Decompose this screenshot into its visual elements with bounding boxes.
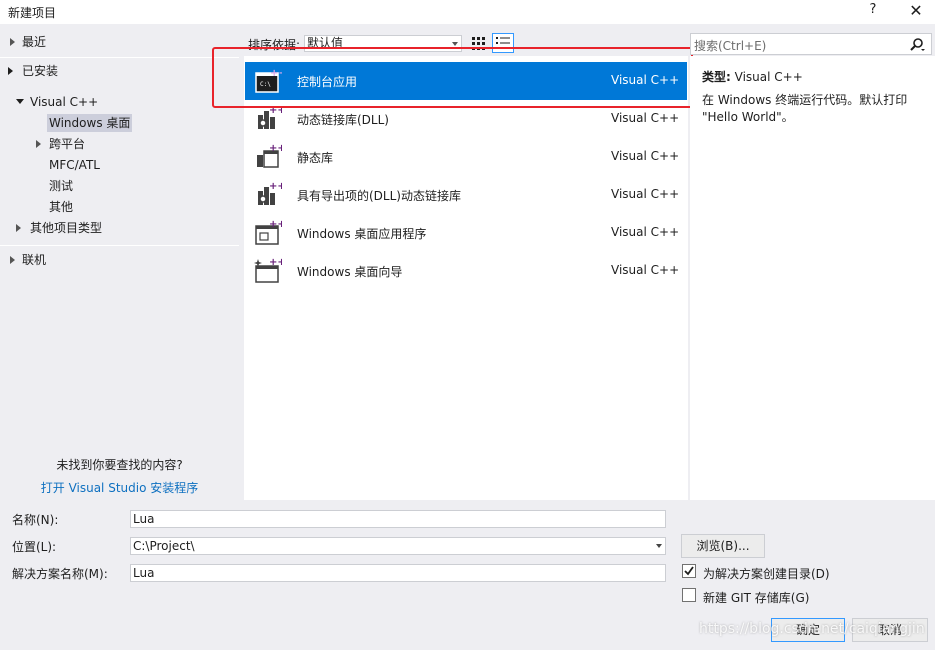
tree-item-label: Windows 桌面 — [47, 114, 133, 132]
template-name: 动态链接库(DLL) — [297, 113, 389, 127]
tree-item-label: MFC/ATL — [49, 158, 100, 172]
dialog-title: 新建项目 — [8, 6, 57, 20]
desktop-app-icon: ++ — [255, 219, 282, 245]
tree-item-label: 跨平台 — [49, 137, 86, 151]
annotation-highlight-box — [212, 47, 693, 108]
tree-item-label: 其他 — [49, 200, 74, 214]
tree-item-other[interactable]: 其他 — [49, 197, 73, 217]
template-name: Windows 桌面应用程序 — [297, 227, 427, 241]
location-value: C:\Project\ — [133, 539, 195, 553]
git-repo-checkbox[interactable] — [682, 588, 696, 602]
create-directory-label[interactable]: 为解决方案创建目录(D) — [703, 565, 830, 582]
expand-arrow-icon[interactable] — [10, 256, 15, 264]
create-directory-checkbox[interactable] — [682, 564, 696, 578]
tree-item-test[interactable]: 测试 — [49, 176, 73, 196]
tree-item-mfc-atl[interactable]: MFC/ATL — [49, 155, 100, 175]
divider — [0, 245, 239, 246]
tree-item-label: 测试 — [49, 179, 74, 193]
expand-arrow-icon[interactable] — [10, 38, 15, 46]
template-name: 静态库 — [297, 151, 334, 165]
tree-item-label: 其他项目类型 — [30, 221, 103, 235]
chevron-down-icon — [452, 42, 458, 46]
collapse-arrow-icon[interactable] — [16, 99, 24, 104]
template-list: C:\ ++ 控制台应用 Visual C++ ++ 动态链接库(DLL) Vi… — [244, 56, 688, 500]
dll-icon: ++ — [258, 105, 282, 129]
close-button[interactable]: ✕ — [905, 0, 927, 22]
svg-text:++: ++ — [269, 219, 282, 230]
name-label: 名称(N): — [12, 513, 59, 527]
template-name: Windows 桌面向导 — [297, 265, 403, 279]
help-button[interactable]: ? — [866, 2, 880, 20]
search-input[interactable]: 搜索(Ctrl+E) — [694, 37, 766, 54]
expand-arrow-icon[interactable] — [16, 224, 21, 232]
git-repo-label[interactable]: 新建 GIT 存储库(G) — [703, 589, 809, 606]
static-lib-icon: ++ — [257, 143, 282, 168]
template-name: 具有导出项的(DLL)动态链接库 — [297, 189, 461, 203]
tree-item-label: 最近 — [22, 35, 47, 49]
open-installer-link[interactable]: 打开 Visual Studio 安装程序 — [0, 479, 239, 496]
tree-item-label: Visual C++ — [30, 95, 99, 109]
expand-arrow-icon[interactable] — [36, 140, 41, 148]
template-language: Visual C++ — [611, 225, 680, 239]
title-bar: 新建项目 ? ✕ — [0, 0, 935, 24]
search-icon[interactable] — [909, 37, 925, 53]
template-category-tree: 最近 已安装 Visual C++ Windows 桌面 跨平台 MFC/ATL… — [0, 26, 239, 500]
template-language: Visual C++ — [611, 187, 680, 201]
template-language: Visual C++ — [611, 149, 680, 163]
cancel-button[interactable]: 取消 — [852, 618, 928, 642]
svg-text:++: ++ — [269, 257, 282, 268]
location-label: 位置(L): — [12, 540, 57, 554]
template-description: 在 Windows 终端运行代码。默认打印 "Hello World"。 — [702, 93, 908, 124]
checkmark-icon — [684, 566, 694, 576]
divider — [0, 57, 239, 58]
template-row-desktop-app[interactable]: ++ Windows 桌面应用程序 Visual C++ — [245, 214, 687, 252]
template-row-dll-exports[interactable]: ++ 具有导出项的(DLL)动态链接库 Visual C++ — [245, 176, 687, 214]
solution-name-field[interactable]: Lua — [130, 564, 666, 582]
template-details-panel: 类型: Visual C++ 在 Windows 终端运行代码。默认打印 "He… — [690, 56, 935, 500]
tree-item-label: 联机 — [22, 253, 47, 267]
template-row-desktop-wizard[interactable]: ++ Windows 桌面向导 Visual C++ — [245, 252, 687, 290]
not-found-text: 未找到你要查找的内容? — [56, 458, 183, 472]
solution-name-label: 解决方案名称(M): — [12, 567, 108, 581]
chevron-down-icon[interactable] — [656, 544, 662, 548]
desktop-wizard-icon: ++ — [254, 257, 282, 283]
search-box[interactable]: 搜索(Ctrl+E) — [690, 33, 932, 55]
template-language: Visual C++ — [611, 263, 680, 277]
location-combo[interactable]: C:\Project\ — [130, 537, 666, 555]
type-label: 类型: — [702, 70, 731, 84]
template-type: 类型: Visual C++ — [702, 68, 803, 85]
svg-text:++: ++ — [269, 181, 282, 192]
expand-arrow-icon[interactable] — [8, 67, 13, 75]
ok-button[interactable]: 确定 — [771, 618, 845, 642]
browse-button[interactable]: 浏览(B)... — [681, 534, 765, 558]
name-field[interactable]: Lua — [130, 510, 666, 528]
tree-item-label: 已安装 — [22, 64, 59, 78]
type-value: Visual C++ — [734, 70, 803, 84]
template-row-static-lib[interactable]: ++ 静态库 Visual C++ — [245, 138, 687, 176]
template-language: Visual C++ — [611, 111, 680, 125]
tree-item-windows-desktop[interactable]: Windows 桌面 — [47, 113, 133, 133]
dll-exports-icon: ++ — [258, 181, 282, 205]
svg-text:++: ++ — [269, 143, 282, 154]
